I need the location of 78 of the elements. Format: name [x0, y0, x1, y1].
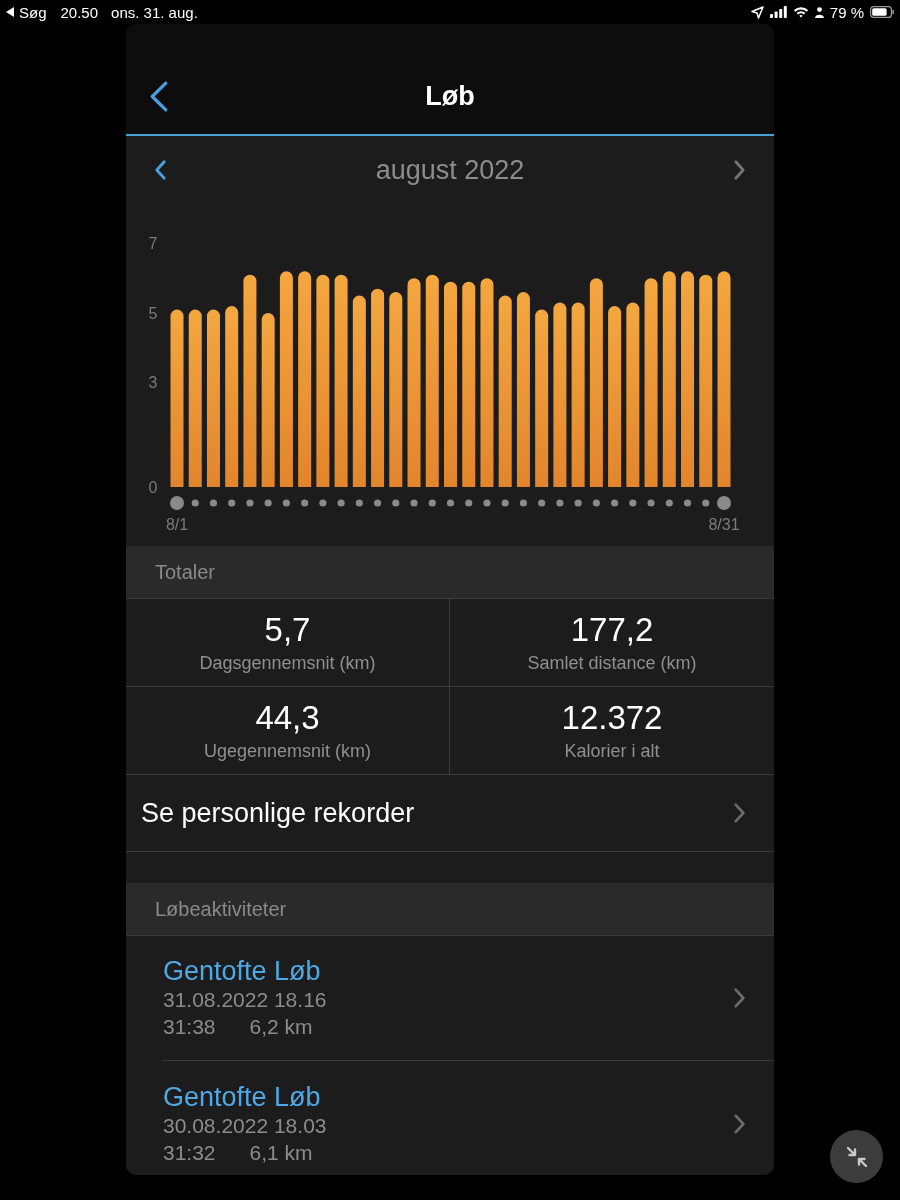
chevron-right-icon: [733, 1112, 746, 1135]
day-marker-icon: [301, 499, 309, 507]
activity-duration: 31:38: [163, 1014, 216, 1040]
activity-title: Gentofte Løb: [163, 1081, 322, 1112]
day-marker-icon: [629, 499, 637, 507]
day-marker-icon: [337, 499, 345, 507]
activity-distance: 6,2 km: [249, 1014, 313, 1040]
status-date: ons. 31. aug.: [111, 4, 198, 20]
chevron-right-icon: [733, 987, 746, 1009]
stat-value: 12.372: [561, 698, 663, 737]
day-marker-icon: [702, 499, 710, 507]
month-label: august 2022: [375, 153, 525, 187]
y-axis-label: 5: [148, 304, 158, 322]
stat-label: Dagsgennemsnit (km): [199, 651, 376, 675]
y-axis-label: 7: [148, 234, 158, 252]
section-title: Totaler: [155, 560, 216, 585]
day-marker-icon: [611, 499, 619, 507]
battery-percentage: 79 %: [829, 4, 864, 20]
day-marker-icon: [410, 499, 418, 507]
battery-icon: [870, 6, 894, 18]
person-icon: [814, 6, 824, 18]
day-marker-icon: [191, 499, 199, 507]
section-title: Løbeaktiviteter: [155, 897, 287, 922]
day-marker-icon: [264, 499, 272, 507]
back-chevron-icon: [149, 79, 169, 113]
day-marker-icon: [592, 499, 600, 507]
day-marker-icon: [501, 499, 509, 507]
day-marker-icon: [446, 499, 455, 507]
stat-value: 5,7: [264, 610, 311, 649]
location-arrow-icon: [750, 5, 764, 19]
signal-icon: [769, 6, 787, 18]
activity-row[interactable]: Gentofte Løb 30.08.2022 18.03 31:32 6,1 km: [162, 1061, 774, 1175]
stat-value: 44,3: [255, 698, 320, 737]
day-marker-icon: [228, 499, 236, 507]
day-marker-icon: [647, 499, 655, 507]
back-triangle-icon: [6, 7, 14, 17]
stat-label: Samlet distance (km): [527, 651, 697, 675]
day-marker-icon: [392, 499, 400, 507]
chevron-right-icon: [733, 802, 746, 824]
day-marker-icon: [574, 499, 582, 507]
day-marker-icon: [556, 499, 564, 507]
y-axis-label: 3: [148, 374, 158, 392]
status-time: 20.50: [60, 4, 99, 20]
personal-records-row[interactable]: Se personlige rekorder: [126, 775, 774, 852]
activity-distance: 6,1 km: [249, 1139, 313, 1166]
day-marker-icon: [373, 499, 382, 507]
x-axis-label: 8/31: [708, 515, 740, 533]
activity-title: Gentofte Løb: [163, 956, 322, 986]
range-endpoint-icon: [170, 496, 184, 510]
x-axis-label: 8/1: [165, 515, 189, 533]
activity-datetime: 31.08.2022 18.16: [163, 987, 327, 1013]
day-marker-icon: [665, 499, 673, 507]
day-marker-icon: [209, 499, 218, 507]
collapse-button[interactable]: [830, 1130, 883, 1183]
chevron-right-icon: [733, 159, 747, 181]
day-marker-icon: [355, 499, 363, 507]
stat-label: Kalorier i alt: [564, 739, 660, 763]
activity-row[interactable]: Gentofte Løb 31.08.2022 18.16 31:38 6,2 km: [162, 936, 774, 1061]
day-marker-icon: [483, 499, 491, 507]
range-endpoint-icon: [717, 496, 731, 510]
arrows-inward-icon: [844, 1144, 869, 1169]
activity-datetime: 30.08.2022 18.03: [163, 1112, 327, 1139]
chevron-left-icon: [153, 159, 167, 181]
day-marker-icon: [319, 499, 327, 507]
activity-duration: 31:32: [163, 1139, 216, 1166]
stat-value: 177,2: [570, 610, 654, 649]
day-marker-icon: [282, 499, 290, 507]
page-title: Løb: [424, 79, 476, 113]
day-marker-icon: [428, 499, 436, 507]
wifi-icon: [792, 6, 809, 18]
day-marker-icon: [519, 499, 528, 507]
day-marker-icon: [246, 499, 254, 507]
day-marker-icon: [683, 499, 692, 507]
day-marker-icon: [538, 499, 546, 507]
y-axis-label: 0: [148, 478, 158, 496]
back-to-app-link[interactable]: Søg: [6, 4, 47, 20]
stat-label: Ugegennemsnit (km): [203, 739, 372, 763]
day-marker-icon: [465, 499, 473, 507]
